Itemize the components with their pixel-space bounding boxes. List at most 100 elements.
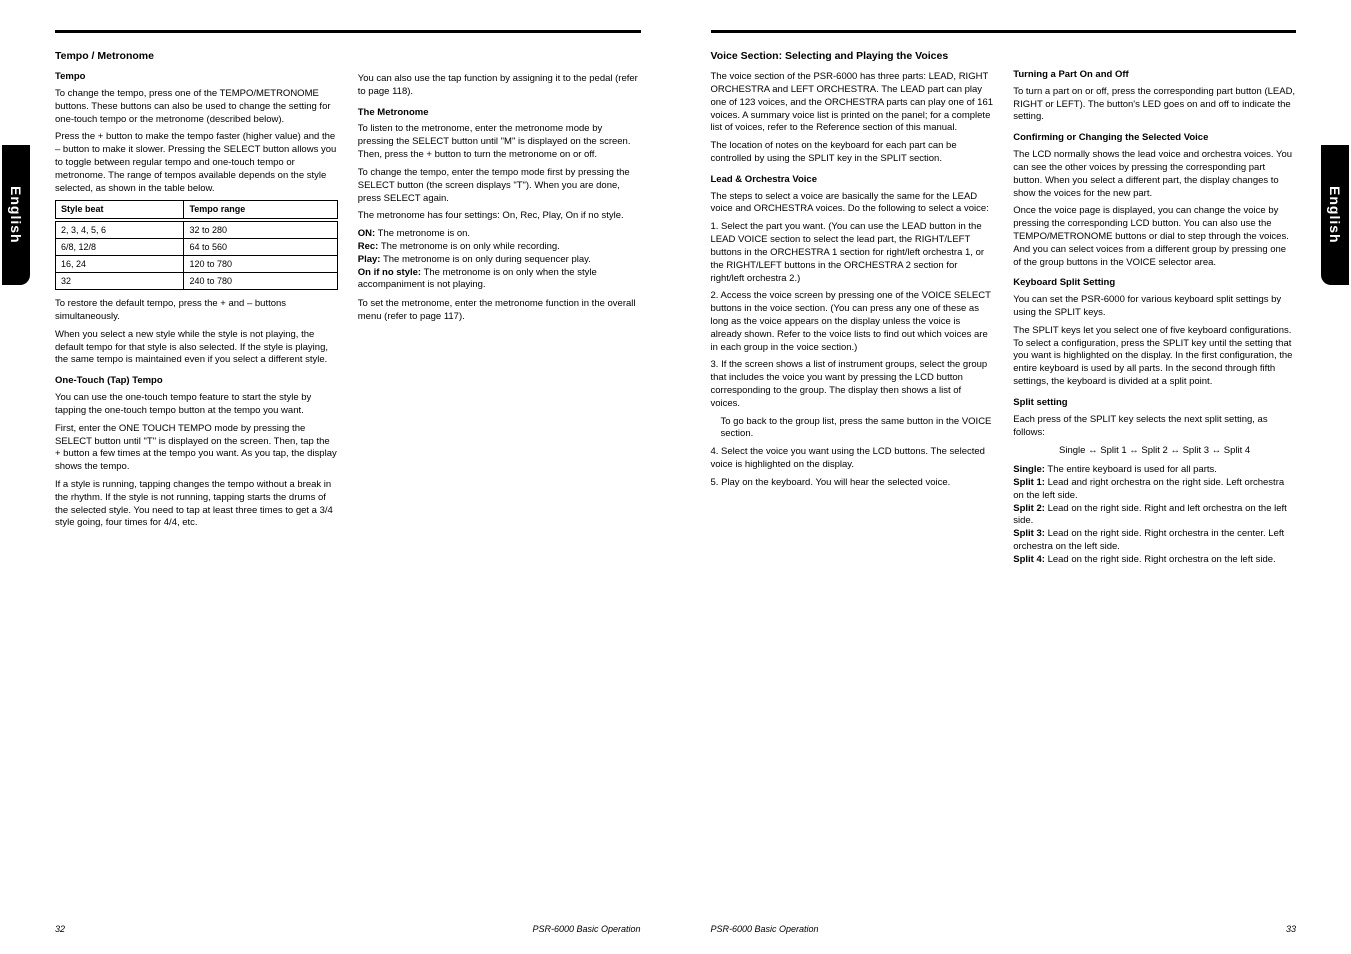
- page-columns: Voice Section: Selecting and Playing the…: [711, 45, 1297, 567]
- list-item: Play: The metronome is on only during se…: [358, 254, 641, 267]
- page-footer-left: 32 PSR-6000 Basic Operation: [55, 914, 641, 934]
- language-tab-left: English: [2, 145, 30, 285]
- table-header-range: Tempo range: [184, 201, 337, 218]
- list-item: Single: The entire keyboard is used for …: [1013, 464, 1296, 477]
- onetouch-para-3: If a style is running, tapping changes t…: [55, 479, 338, 530]
- table-row: 2, 3, 4, 5, 6 32 to 280: [56, 221, 338, 238]
- table-row: 32 240 to 780: [56, 273, 338, 290]
- sub-turn: Turning a Part On and Off: [1013, 69, 1296, 82]
- onetouch-para-2: First, enter the ONE TOUCH TEMPO mode by…: [55, 423, 338, 474]
- step-3: 3. If the screen shows a list of instrum…: [711, 359, 994, 410]
- split-text: Lead on the right side. Right and left o…: [1013, 503, 1287, 527]
- voice-para-2: The location of notes on the keyboard fo…: [711, 140, 994, 166]
- metronome-settings-list: ON: The metronome is on. Rec: The metron…: [358, 228, 641, 292]
- left-col-2: You can also use the tap function by ass…: [358, 45, 641, 535]
- right-col-2: Turning a Part On and Off To turn a part…: [1013, 45, 1296, 567]
- split-para-1: Each press of the SPLIT key selects the …: [1013, 414, 1296, 440]
- left-col-1: Tempo / Metronome Tempo To change the te…: [55, 45, 338, 535]
- tempo-para-4: When you select a new style while the st…: [55, 329, 338, 367]
- list-item: ON: The metronome is on.: [358, 228, 641, 241]
- table-cell: 6/8, 12/8: [56, 238, 184, 255]
- setting-label: ON:: [358, 228, 375, 239]
- onetouch-para-1: You can use the one-touch tempo feature …: [55, 392, 338, 418]
- table-cell: 32: [56, 273, 184, 290]
- setting-label: Rec:: [358, 241, 379, 252]
- page-columns: Tempo / Metronome Tempo To change the te…: [55, 45, 641, 535]
- step-5-text: Play on the keyboard. You will hear the …: [721, 477, 950, 488]
- page-number: 32: [55, 924, 65, 934]
- table-header-row: Style beat Tempo range: [56, 201, 338, 218]
- confirm-para-2: Once the voice page is displayed, you ca…: [1013, 205, 1296, 269]
- split-label: Split 1:: [1013, 477, 1045, 488]
- split-label: Split 4:: [1013, 554, 1045, 565]
- lead-para-1: The steps to select a voice are basicall…: [711, 191, 994, 217]
- table-cell: 16, 24: [56, 255, 184, 272]
- list-item: Split 4: Lead on the right side. Right o…: [1013, 554, 1296, 567]
- page-top-rule: [711, 30, 1297, 33]
- split-text: Lead and right orchestra on the right si…: [1013, 477, 1284, 501]
- split-text: Lead on the right side. Right orchestra …: [1013, 528, 1284, 552]
- list-item: On if no style: The metronome is on only…: [358, 267, 641, 293]
- table-row: 6/8, 12/8 64 to 560: [56, 238, 338, 255]
- step-5-label: 5.: [711, 477, 719, 488]
- list-item: Rec: The metronome is on only while reco…: [358, 241, 641, 254]
- language-tab-right: English: [1321, 145, 1349, 285]
- sub-keyboard-split: Keyboard Split Setting: [1013, 277, 1296, 290]
- metronome-para-3: The metronome has four settings: On, Rec…: [358, 210, 641, 223]
- table-cell: 240 to 780: [184, 273, 337, 290]
- sub-split-setting: Split setting: [1013, 397, 1296, 410]
- setting-label: On if no style:: [358, 267, 421, 278]
- step-4: 4. Select the voice you want using the L…: [711, 446, 994, 472]
- metronome-para-4: To set the metronome, enter the metronom…: [358, 298, 641, 324]
- split-text: The entire keyboard is used for all part…: [1047, 464, 1217, 475]
- split-sequence: Single ↔ Split 1 ↔ Split 2 ↔ Split 3 ↔ S…: [1013, 445, 1296, 458]
- tempo-range-table: Style beat Tempo range 2, 3, 4, 5, 6 32 …: [55, 200, 338, 290]
- section-title-voice: Voice Section: Selecting and Playing the…: [711, 49, 994, 63]
- table-cell: 120 to 780: [184, 255, 337, 272]
- tempo-para-2: Press the + button to make the tempo fas…: [55, 131, 338, 195]
- table-row: 16, 24 120 to 780: [56, 255, 338, 272]
- sub-onetouch: One-Touch (Tap) Tempo: [55, 375, 338, 388]
- sub-metronome: The Metronome: [358, 107, 641, 120]
- split-label: Split 3:: [1013, 528, 1045, 539]
- sub-lead: Lead & Orchestra Voice: [711, 174, 994, 187]
- keyboard-para-2: The SPLIT keys let you select one of fiv…: [1013, 325, 1296, 389]
- page-top-rule: [55, 30, 641, 33]
- step-1: 1. Select the part you want. (You can us…: [711, 221, 994, 285]
- manual-page-left: English Tempo / Metronome Tempo To chang…: [0, 0, 676, 954]
- table-cell: 2, 3, 4, 5, 6: [56, 221, 184, 238]
- voice-para-1: The voice section of the PSR-6000 has th…: [711, 71, 994, 135]
- table-header-beat: Style beat: [56, 201, 184, 218]
- metronome-para-1: To listen to the metronome, enter the me…: [358, 123, 641, 161]
- onetouch-para-5: You can also use the tap function by ass…: [358, 73, 641, 99]
- split-settings-list: Single: The entire keyboard is used for …: [1013, 464, 1296, 567]
- page-footer-right: PSR-6000 Basic Operation 33: [711, 914, 1297, 934]
- language-tab-label: English: [1327, 186, 1343, 244]
- setting-label: Play:: [358, 254, 381, 265]
- footer-text: PSR-6000 Basic Operation: [532, 924, 640, 934]
- step-5: 5. Play on the keyboard. You will hear t…: [711, 477, 994, 490]
- sub-tempo: Tempo: [55, 71, 338, 84]
- list-item: Split 2: Lead on the right side. Right a…: [1013, 503, 1296, 529]
- step-3a: If the screen shows a list of instrument…: [711, 359, 988, 408]
- footer-text: PSR-6000 Basic Operation: [711, 924, 819, 934]
- split-label: Split 2:: [1013, 503, 1045, 514]
- turn-para: To turn a part on or off, press the corr…: [1013, 86, 1296, 124]
- section-title-tempo: Tempo / Metronome: [55, 49, 338, 63]
- step-2: 2. Access the voice screen by pressing o…: [711, 290, 994, 354]
- split-label: Single:: [1013, 464, 1045, 475]
- right-col-1: Voice Section: Selecting and Playing the…: [711, 45, 994, 567]
- metronome-para-2: To change the tempo, enter the tempo mod…: [358, 167, 641, 205]
- setting-text: The metronome is on only while recording…: [381, 241, 560, 252]
- setting-text: The metronome is on.: [378, 228, 470, 239]
- keyboard-para-1: You can set the PSR-6000 for various key…: [1013, 294, 1296, 320]
- list-item: Split 1: Lead and right orchestra on the…: [1013, 477, 1296, 503]
- language-tab-label: English: [8, 186, 24, 244]
- confirm-para-1: The LCD normally shows the lead voice an…: [1013, 149, 1296, 200]
- setting-text: The metronome is on only during sequence…: [383, 254, 591, 265]
- split-text: Lead on the right side. Right orchestra …: [1048, 554, 1276, 565]
- table-cell: 64 to 560: [184, 238, 337, 255]
- step-3b: To go back to the group list, press the …: [721, 416, 994, 442]
- step-3-label: 3.: [711, 359, 719, 370]
- table-cell: 32 to 280: [184, 221, 337, 238]
